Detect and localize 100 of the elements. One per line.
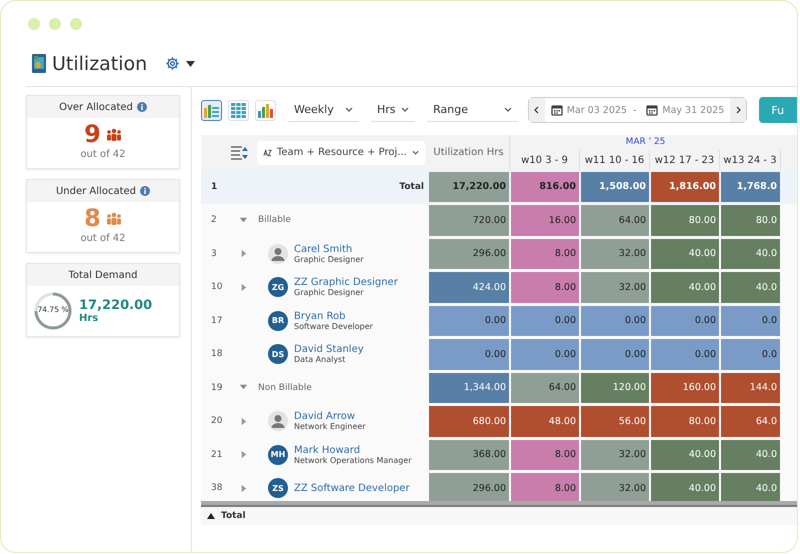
group-by-dropdown[interactable]: Team + Resource + Proj... [257,140,425,164]
hours-cell: 8.00 [511,238,579,269]
caret-icon[interactable] [239,484,248,493]
hours-cell: 40.0 [721,473,780,501]
info-icon[interactable] [140,186,150,196]
hours-cell: 32.00 [581,440,649,470]
hours-cell: 40.00 [651,473,719,501]
calendar-icon[interactable] [646,104,658,116]
hours-cell: 368.00 [429,440,509,470]
chevron-down-icon [344,106,353,112]
hours-cell: 0.00 [581,339,649,370]
hours-cell: 296.00 [429,238,509,269]
hours-cell: 1,508.00 [581,172,649,202]
chevron-down-icon [412,150,419,156]
resource-role: Software Developer [294,322,373,331]
hours-cell: 680.00 [429,406,509,436]
action-button[interactable]: Fu [759,97,797,123]
caret-icon[interactable] [239,216,248,225]
hours-cell: 40.00 [651,440,719,470]
sort-icon[interactable] [231,146,249,160]
chevron-down-icon [401,106,410,112]
hours-cell: 816.00 [511,172,579,202]
caret-icon[interactable] [239,282,248,292]
resource-name-link[interactable]: Mark Howard [294,444,412,456]
collapse-caret-icon[interactable] [207,513,215,519]
resource-role: Network Operations Manager [294,456,412,465]
card-title: Total Demand [68,270,138,280]
resource-role: Graphic Designer [294,288,365,298]
next-button[interactable] [730,98,746,122]
hours-cell: 8.00 [511,272,579,302]
progress-ring [33,291,73,331]
info-icon[interactable] [136,102,147,112]
hours-cell: 40.00 [651,272,719,302]
sort-az-icon [263,148,272,158]
caret-icon[interactable] [239,416,248,426]
row-number: 19 [210,382,224,395]
count-value: 9 [84,122,101,146]
date-range-field[interactable]: Mar 03 2025 - May 31 2025 [528,97,748,123]
avatar-silhouette [268,411,288,432]
hours-cell: 40.00 [651,238,719,269]
resource-name-link[interactable]: ZZ Graphic Designer [294,277,398,288]
report-icon [32,54,46,73]
caret-icon[interactable] [239,450,248,460]
row-number: 1 [210,180,218,194]
caret-icon[interactable] [239,249,248,258]
demand-unit: Hrs [79,313,100,324]
hours-cell: 1,816.00 [651,172,719,202]
calendar-icon[interactable] [550,104,563,116]
hours-cell: 40.0 [721,272,780,302]
avatar-initials: DS [268,344,288,364]
settings-icon[interactable] [165,56,180,71]
resource-role: Graphic Designer [294,254,364,264]
hours-cell: 8.00 [511,473,579,501]
bar-table-view-icon[interactable] [201,100,222,120]
people-icon [106,128,122,140]
bar-chart-view-icon[interactable] [255,100,276,120]
chevron-down-icon [504,106,512,112]
hours-cell: 64.00 [511,372,579,403]
hours-cell: 1,344.00 [429,372,509,403]
hours-cell: 160.00 [651,372,719,403]
resource-role: Network Engineer [294,422,366,432]
hours-cell: 40.0 [721,238,780,269]
hours-cell: 48.00 [511,406,579,436]
window-control-dot[interactable] [28,18,40,30]
chevron-left-icon [534,106,540,114]
hours-cell: 0.00 [429,339,509,370]
hours-cell: 56.00 [581,406,649,436]
hours-cell: 296.00 [429,473,509,501]
hours-cell: 40.0 [721,440,780,470]
hours-cell: 80.0 [721,205,780,236]
avatar-initials: MH [268,444,288,465]
hours-cell: 720.00 [429,205,509,236]
previous-button[interactable] [528,98,545,122]
avatar-initials: BR [268,310,288,331]
row-number: 2 [210,214,218,228]
hours-cell: 16.00 [511,205,579,236]
card-title: Under Allocated [56,186,136,196]
row-number: 10 [210,281,224,294]
row-number: 20 [210,415,224,428]
row-number: 21 [210,448,224,462]
grid-view-icon[interactable] [228,100,249,120]
hours-cell: 80.00 [651,406,719,436]
chevron-right-icon [736,106,741,114]
resource-name-link[interactable]: ZZ Software Developer [294,482,410,494]
dropdown-caret-icon[interactable] [186,60,196,66]
hours-cell: 1,768.0 [721,172,780,202]
hours-cell: 0.0 [721,306,780,336]
resource-name-link[interactable]: David Arrow [294,411,366,422]
window-control-dot[interactable] [49,18,61,30]
window-control-dot[interactable] [70,18,82,30]
hours-cell: 64.0 [721,406,780,436]
row-number: 3 [210,248,218,261]
resource-name-link[interactable]: David Stanley [294,344,364,356]
footer-total-label: Total [221,511,246,521]
resource-name-link[interactable]: Bryan Rob [294,310,373,322]
resource-name-link[interactable]: Carel Smith [294,244,364,255]
row-number: 17 [210,314,224,328]
hours-cell: 80.00 [651,205,719,236]
resource-role: Data Analyst [294,355,346,364]
count-value: 8 [84,206,101,230]
